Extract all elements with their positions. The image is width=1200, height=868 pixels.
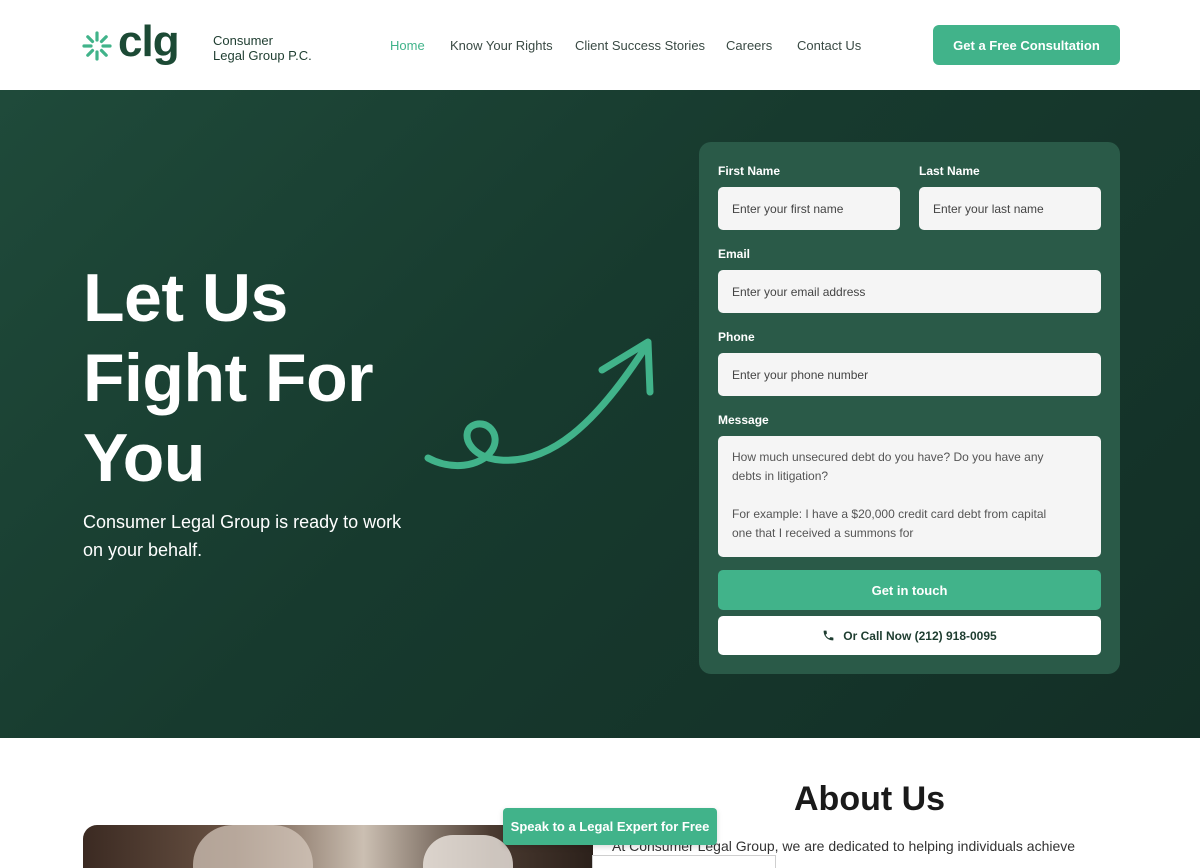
- call-now-button[interactable]: Or Call Now (212) 918-0095: [718, 616, 1101, 655]
- phone-label: Phone: [718, 330, 755, 344]
- tooltip-box: [592, 855, 776, 868]
- about-title: About Us: [794, 780, 946, 818]
- logo-subtitle: Consumer Legal Group P.C.: [213, 33, 312, 63]
- message-label: Message: [718, 413, 769, 427]
- logo-subtitle-line1: Consumer: [213, 33, 273, 48]
- hero-title: Let Us Fight For You: [83, 258, 374, 498]
- hero-title-line1: Let Us: [83, 260, 288, 336]
- nav-careers[interactable]: Careers: [726, 38, 772, 53]
- nav-client-success-stories[interactable]: Client Success Stories: [575, 38, 705, 53]
- speak-to-expert-button[interactable]: Speak to a Legal Expert for Free: [503, 808, 717, 845]
- hero-title-line2: Fight For: [83, 340, 374, 416]
- hero-subtitle: Consumer Legal Group is ready to work on…: [83, 512, 402, 560]
- nav-know-your-rights[interactable]: Know Your Rights: [450, 38, 553, 53]
- phone-icon: [823, 630, 834, 641]
- nav-home[interactable]: Home: [390, 38, 425, 53]
- message-placeholder-line3: For example: I have a $20,000 credit car…: [732, 507, 1047, 521]
- nav-contact-us[interactable]: Contact Us: [797, 38, 861, 53]
- hero-section: Let Us Fight For You Consumer Legal Grou…: [0, 90, 1200, 738]
- email-field[interactable]: Enter your email address: [718, 270, 1101, 313]
- starburst-logo-icon: [82, 31, 112, 61]
- get-in-touch-button[interactable]: Get in touch: [718, 570, 1101, 610]
- last-name-field[interactable]: Enter your last name: [919, 187, 1101, 230]
- curly-arrow-icon: [424, 338, 654, 470]
- hero-title-line3: You: [83, 420, 205, 496]
- last-name-label: Last Name: [919, 164, 980, 178]
- first-name-field[interactable]: Enter your first name: [718, 187, 900, 230]
- free-consultation-button[interactable]: Get a Free Consultation: [933, 25, 1120, 65]
- phone-field[interactable]: Enter your phone number: [718, 353, 1101, 396]
- call-now-label: Or Call Now (212) 918-0095: [843, 628, 997, 643]
- contact-form: First Name Enter your first name Last Na…: [699, 142, 1120, 674]
- message-placeholder-line2: debts in litigation?: [732, 469, 829, 483]
- message-textarea[interactable]: How much unsecured debt do you have? Do …: [718, 436, 1101, 557]
- site-header: clg Consumer Legal Group P.C. Home Know …: [0, 0, 1200, 90]
- message-placeholder-line1: How much unsecured debt do you have? Do …: [732, 450, 1044, 464]
- logo[interactable]: clg: [82, 20, 180, 68]
- logo-subtitle-line2: Legal Group P.C.: [213, 48, 312, 63]
- logo-wordmark: clg: [118, 17, 180, 66]
- first-name-label: First Name: [718, 164, 781, 178]
- message-placeholder-line4: one that I received a summons for: [732, 526, 914, 540]
- email-label: Email: [718, 247, 751, 261]
